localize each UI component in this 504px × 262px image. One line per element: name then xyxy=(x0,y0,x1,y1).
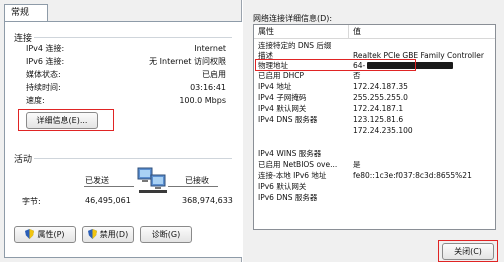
value-cell: 否 xyxy=(353,71,361,80)
shield-icon xyxy=(87,229,97,239)
sent-line xyxy=(84,186,134,187)
bytes-sent: 46,495,061 xyxy=(85,196,131,205)
list-item[interactable]: IPv4 默认网关 172.24.187.1 xyxy=(254,104,495,114)
value-cell: 172.24.235.100 xyxy=(353,126,413,135)
prop-cell: 已启用 NetBIOS ove... xyxy=(258,160,338,169)
activity-separator xyxy=(34,158,232,159)
list-item[interactable]: 172.24.235.100 xyxy=(254,126,495,136)
list-item[interactable]: 连接特定的 DNS 后缀 xyxy=(254,41,495,51)
row-label: 持续时间: xyxy=(26,83,61,92)
prop-cell: IPv4 默认网关 xyxy=(258,104,307,113)
received-line xyxy=(168,186,218,187)
bytes-label: 字节: xyxy=(22,197,41,206)
status-dialog: 常规 连接 IPv4 连接: Internet IPv6 连接: 无 Inter… xyxy=(0,0,242,262)
prop-cell: IPv4 WINS 服务器 xyxy=(258,149,322,158)
value-cell: 172.24.187.35 xyxy=(353,82,408,91)
properties-button[interactable]: 属性(P) xyxy=(14,226,76,243)
network-details-dialog: 网络连接详细信息(D): 属性 值 连接特定的 DNS 后缀 描述 Realtek… xyxy=(243,0,504,262)
row-speed: 速度: 100.0 Mbps xyxy=(26,95,234,106)
row-label: 媒体状态: xyxy=(26,70,61,79)
list-item[interactable]: IPv4 WINS 服务器 xyxy=(254,149,495,159)
row-value: 已启用 xyxy=(202,70,226,79)
column-value[interactable]: 值 xyxy=(353,25,361,39)
row-duration: 持续时间: 03:16:41 xyxy=(26,82,234,93)
value-cell: 255.255.255.0 xyxy=(353,93,408,102)
properties-label: 属性(P) xyxy=(37,230,65,239)
row-media-state: 媒体状态: 已启用 xyxy=(26,69,234,80)
prop-cell: IPv6 默认网关 xyxy=(258,182,307,191)
prop-cell: 已启用 DHCP xyxy=(258,71,305,80)
list-item[interactable]: 已启用 DHCP 否 xyxy=(254,71,495,81)
list-item[interactable]: IPv4 DNS 服务器 123.125.81.6 xyxy=(254,115,495,125)
received-label: 已接收 xyxy=(185,176,209,185)
row-value: Internet xyxy=(194,44,226,53)
shield-icon xyxy=(25,229,35,239)
bytes-received: 368,974,633 xyxy=(182,196,233,205)
prop-cell: IPv4 地址 xyxy=(258,82,292,91)
row-label: 速度: xyxy=(26,96,45,105)
details-button[interactable]: 详细信息(E)... xyxy=(26,112,98,129)
list-item[interactable]: IPv4 地址 172.24.187.35 xyxy=(254,82,495,92)
close-highlight xyxy=(438,240,498,262)
prop-cell: IPv4 DNS 服务器 xyxy=(258,115,318,124)
prop-cell: 连接-本地 IPv6 地址 xyxy=(258,171,327,180)
disable-button[interactable]: 禁用(D) xyxy=(82,226,134,243)
value-cell: 172.24.187.1 xyxy=(353,104,404,113)
row-value: 100.0 Mbps xyxy=(179,96,226,105)
column-property[interactable]: 属性 xyxy=(258,25,274,39)
list-item[interactable]: 已启用 NetBIOS ove... 是 xyxy=(254,160,495,170)
prop-cell: 连接特定的 DNS 后缀 xyxy=(258,41,332,50)
sent-label: 已发送 xyxy=(85,176,109,185)
list-item[interactable]: IPv6 DNS 服务器 xyxy=(254,193,495,203)
list-item[interactable]: IPv4 子网掩码 255.255.255.0 xyxy=(254,93,495,103)
details-title: 网络连接详细信息(D): xyxy=(253,14,333,23)
row-label: IPv6 连接: xyxy=(26,57,65,66)
disable-label: 禁用(D) xyxy=(99,230,129,239)
row-label: IPv4 连接: xyxy=(26,44,65,53)
row-value: 03:16:41 xyxy=(190,83,226,92)
list-header: 属性 值 xyxy=(254,25,495,39)
row-ipv4: IPv4 连接: Internet xyxy=(26,43,234,54)
network-computers-icon xyxy=(137,167,167,193)
details-list[interactable]: 属性 值 连接特定的 DNS 后缀 描述 Realtek PCIe GBE Fam… xyxy=(253,24,496,230)
row-value: 无 Internet 访问权限 xyxy=(149,57,226,66)
activity-group-label: 活动 xyxy=(14,155,33,165)
diagnose-button[interactable]: 诊断(G) xyxy=(140,226,192,243)
list-item[interactable]: 连接-本地 IPv6 地址 fe80::1c3e:f037:8c3d:8655%2… xyxy=(254,171,495,181)
row-ipv6: IPv6 连接: 无 Internet 访问权限 xyxy=(26,56,234,67)
column-divider[interactable] xyxy=(348,25,349,39)
value-cell: 是 xyxy=(353,160,361,169)
prop-cell: IPv4 子网掩码 xyxy=(258,93,307,102)
prop-cell: IPv6 DNS 服务器 xyxy=(258,193,318,202)
list-item[interactable]: IPv6 默认网关 xyxy=(254,182,495,192)
tab-general[interactable]: 常规 xyxy=(4,4,48,22)
connection-separator xyxy=(34,37,232,38)
value-cell: fe80::1c3e:f037:8c3d:8655%21 xyxy=(353,171,472,180)
physical-address-highlight xyxy=(255,59,416,71)
value-cell: 123.125.81.6 xyxy=(353,115,404,124)
